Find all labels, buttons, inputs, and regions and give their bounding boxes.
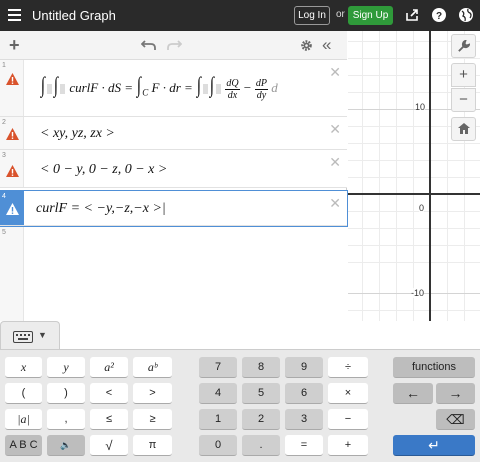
help-icon[interactable]: ? — [431, 7, 447, 23]
key-decimal[interactable]: . — [242, 435, 280, 456]
key-8[interactable]: 8 — [242, 357, 280, 378]
svg-text:?: ? — [436, 11, 442, 22]
home-icon[interactable] — [451, 117, 476, 141]
key-x[interactable]: x — [5, 357, 42, 378]
chevron-down-icon: ▼ — [38, 330, 47, 340]
keyboard-icon — [13, 331, 33, 343]
key-greater-equal[interactable]: ≥ — [133, 409, 172, 430]
delete-expression-icon[interactable]: ✕ — [329, 64, 341, 81]
key-comma[interactable]: , — [47, 409, 85, 430]
menu-icon[interactable] — [8, 9, 21, 21]
key-0[interactable]: 0 — [199, 435, 237, 456]
keyboard-toggle-button[interactable]: ▼ — [0, 321, 60, 350]
key-2[interactable]: 2 — [242, 409, 280, 430]
key-4[interactable]: 4 — [199, 383, 237, 404]
delete-expression-icon[interactable]: ✕ — [329, 154, 341, 171]
backspace-icon[interactable]: ⌫ — [436, 409, 475, 430]
expression-math[interactable]: ∫ ∫ curlF · dS = ∫C F · dr = ∫ ∫ dQ dx − dP… — [40, 72, 278, 101]
expression-math[interactable]: < xy, yz, zx > — [40, 126, 115, 142]
key-pi[interactable]: π — [133, 435, 172, 456]
key-a-squared[interactable]: a² — [90, 357, 128, 378]
share-icon[interactable] — [404, 7, 420, 23]
key-greater-than[interactable]: > — [133, 383, 172, 404]
graph-settings-wrench-icon[interactable] — [451, 34, 476, 58]
key-divide[interactable]: ÷ — [328, 357, 368, 378]
redo-icon[interactable] — [166, 39, 182, 51]
settings-gear-icon[interactable] — [300, 39, 313, 52]
key-6[interactable]: 6 — [285, 383, 323, 404]
expression-row-empty[interactable]: 5 — [0, 227, 347, 321]
y-tick-label: -10 — [411, 288, 425, 298]
key-close-paren[interactable]: ) — [47, 383, 85, 404]
expression-row[interactable]: 1 ∫ ∫ curlF · dS = ∫C F · dr = ∫ ∫ dQ dx − … — [0, 60, 347, 117]
key-7[interactable]: 7 — [199, 357, 237, 378]
warning-icon[interactable] — [5, 202, 20, 216]
y-axis — [429, 31, 431, 321]
undo-icon[interactable] — [141, 39, 157, 51]
key-y[interactable]: y — [47, 357, 85, 378]
expression-math[interactable]: < 0 − y, 0 − z, 0 − x > — [40, 162, 167, 178]
or-label: or — [336, 9, 345, 20]
key-less-than[interactable]: < — [90, 383, 128, 404]
delete-expression-icon[interactable]: ✕ — [329, 121, 341, 138]
y-tick-label: 0 — [419, 203, 425, 213]
login-button[interactable]: Log In — [294, 6, 330, 25]
key-abc[interactable]: A B C — [5, 435, 42, 456]
expression-toolbar: + « — [0, 31, 347, 60]
expression-row-active[interactable]: 4 curlF = < −y,−z,−x >| ✕ — [0, 190, 348, 227]
functions-button[interactable]: functions — [393, 357, 475, 378]
math-keypad: x y a² aᵇ ( ) < > |a| , ≤ ≥ A B C 🔈 √ π … — [0, 349, 480, 462]
enter-key[interactable]: ↵ — [393, 435, 475, 456]
collapse-panel-icon[interactable]: « — [322, 35, 331, 55]
graph-canvas[interactable]: 10 0 -10 + − — [348, 31, 480, 321]
warning-icon[interactable] — [5, 164, 20, 178]
key-minus[interactable]: − — [328, 409, 368, 430]
key-less-equal[interactable]: ≤ — [90, 409, 128, 430]
expression-input[interactable]: curlF = < −y,−z,−x >| — [36, 201, 166, 217]
graph-title[interactable]: Untitled Graph — [32, 8, 116, 23]
top-bar: Untitled Graph Log In or Sign Up ? — [0, 0, 480, 31]
key-abs[interactable]: |a| — [5, 409, 42, 430]
key-5[interactable]: 5 — [242, 383, 280, 404]
x-axis — [348, 193, 480, 195]
speaker-icon[interactable]: 🔈 — [47, 435, 85, 456]
warning-icon[interactable] — [5, 127, 20, 141]
key-open-paren[interactable]: ( — [5, 383, 42, 404]
expression-row[interactable]: 3 < 0 − y, 0 − z, 0 − x > ✕ — [0, 150, 347, 188]
expression-list: + « 1 ∫ ∫ curlF · dS = ∫C F · dr = ∫ ∫ d… — [0, 31, 348, 321]
zoom-in-button[interactable]: + — [451, 63, 476, 87]
key-a-power-b[interactable]: aᵇ — [133, 357, 172, 378]
key-9[interactable]: 9 — [285, 357, 323, 378]
key-plus[interactable]: + — [328, 435, 368, 456]
add-expression-icon[interactable]: + — [9, 35, 20, 56]
expression-row[interactable]: 2 < xy, yz, zx > ✕ — [0, 117, 347, 150]
y-tick-label: 10 — [415, 102, 426, 112]
left-arrow-key[interactable]: ← — [393, 383, 433, 404]
zoom-out-button[interactable]: − — [451, 88, 476, 112]
key-1[interactable]: 1 — [199, 409, 237, 430]
key-sqrt[interactable]: √ — [90, 435, 128, 456]
globe-icon[interactable] — [458, 7, 474, 23]
key-3[interactable]: 3 — [285, 409, 323, 430]
key-multiply[interactable]: × — [328, 383, 368, 404]
key-equals[interactable]: = — [285, 435, 323, 456]
warning-icon[interactable] — [5, 72, 20, 86]
right-arrow-key[interactable]: → — [436, 383, 475, 404]
delete-expression-icon[interactable]: ✕ — [329, 195, 341, 212]
signup-button[interactable]: Sign Up — [348, 6, 393, 25]
